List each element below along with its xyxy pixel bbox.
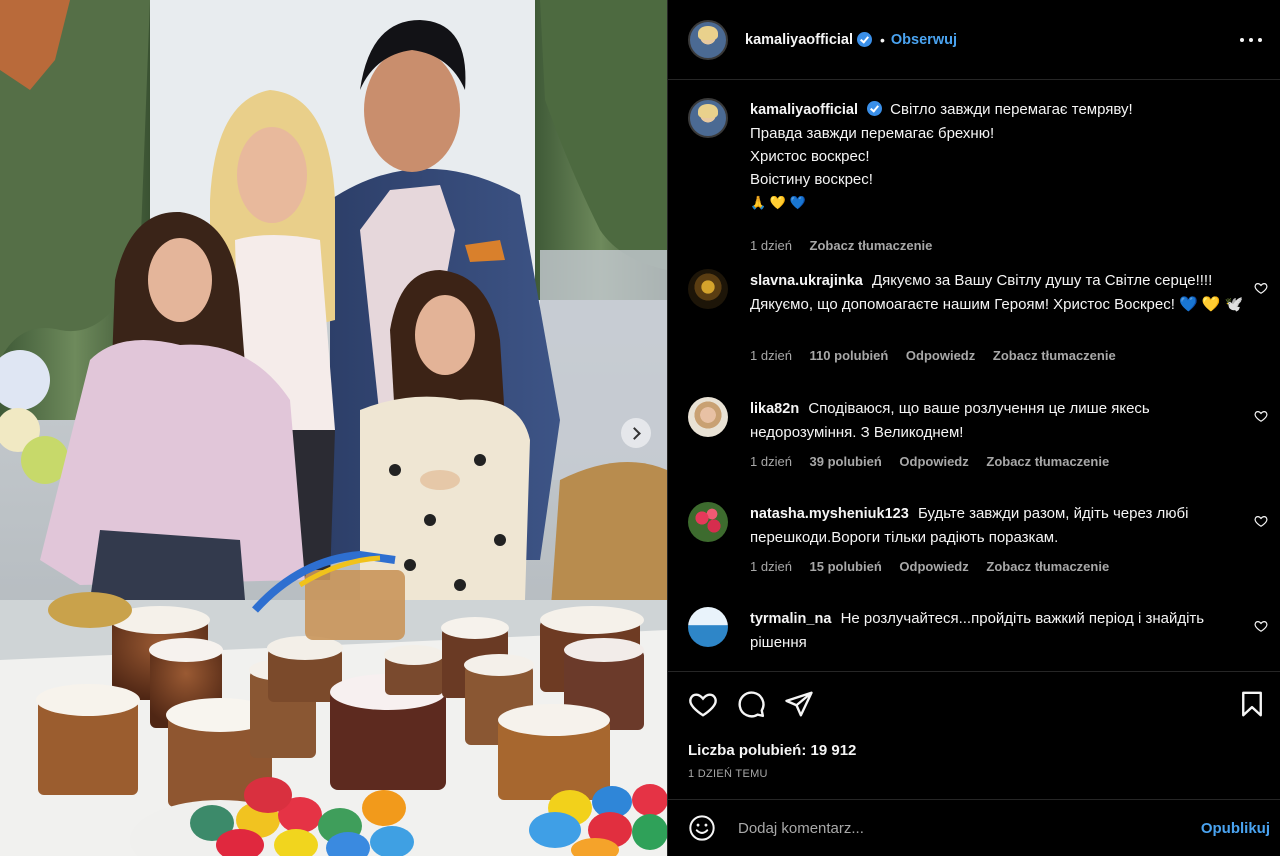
comment-reply-button[interactable]: Odpowiedz: [899, 454, 968, 469]
caption-emoji: 🙏 💛 💙: [750, 195, 806, 210]
publish-button[interactable]: Opublikuj: [1201, 820, 1270, 837]
comment-input[interactable]: [738, 816, 1178, 840]
comment-avatar[interactable]: [688, 397, 728, 437]
more-horizontal-icon[interactable]: [1240, 30, 1262, 50]
caption-time[interactable]: 1 dzień: [750, 238, 792, 253]
comment-reply-button[interactable]: Odpowiedz: [899, 559, 968, 574]
comment-reply-button[interactable]: Odpowiedz: [906, 348, 975, 363]
caption-avatar[interactable]: [688, 98, 728, 138]
caption-translate-link[interactable]: Zobacz tłumaczenie: [810, 238, 933, 253]
author-avatar[interactable]: [688, 19, 728, 60]
heart-icon[interactable]: [1254, 409, 1268, 423]
comment-time[interactable]: 1 dzień: [750, 348, 792, 363]
comment-body: slavna.ukrajinka Дякуємо за Вашу Світлу …: [750, 269, 1250, 316]
comment-meta: 1 dzień 110 polubień Odpowiedz Zobacz tł…: [750, 348, 1130, 363]
caption-username[interactable]: kamaliyaofficial: [750, 102, 858, 118]
caption-line: Світло завжди перемагає темряву!: [890, 101, 1133, 118]
family-easter-photo: [0, 0, 667, 856]
comment-username[interactable]: tyrmalin_na: [750, 611, 831, 627]
follow-button[interactable]: Obserwuj: [891, 32, 957, 48]
comment-meta: 1 dzień 15 polubień Odpowiedz Zobacz tłu…: [750, 559, 1123, 574]
comment-translate-link[interactable]: Zobacz tłumaczenie: [993, 348, 1116, 363]
verified-badge-icon: [857, 32, 872, 47]
emoji-icon[interactable]: [688, 814, 716, 842]
comment-likes[interactable]: 110 polubień: [810, 348, 889, 363]
comment-icon[interactable]: [736, 689, 766, 719]
comments-list[interactable]: kamaliyaofficial Світло завжди перемагає…: [668, 81, 1280, 672]
caption-line: Правда завжди перемагає брехню!: [750, 125, 995, 142]
comment-body: natasha.mysheniuk123 Будьте завжди разом…: [750, 502, 1250, 549]
comment-username[interactable]: slavna.ukrajinka: [750, 273, 863, 289]
add-comment-bar: Opublikuj: [668, 800, 1280, 856]
chevron-right-icon: [628, 426, 641, 440]
verified-badge-icon: [867, 101, 882, 116]
heart-icon[interactable]: [1254, 619, 1268, 633]
comment-likes[interactable]: 39 polubień: [810, 454, 882, 469]
comment-likes[interactable]: 15 polubień: [810, 559, 882, 574]
caption-body: kamaliyaofficial Світло завжди перемагає…: [750, 98, 1250, 214]
comment-body: tyrmalin_na Не розлучайтеся...пройдіть в…: [750, 607, 1250, 654]
comment-time[interactable]: 1 dzień: [750, 559, 792, 574]
comment-username[interactable]: natasha.mysheniuk123: [750, 506, 909, 522]
caption-line: Воістину воскрес!: [750, 171, 873, 188]
instagram-post: kamaliyaofficial • Obserwuj kamaliyaoffi…: [0, 0, 1280, 856]
comment-username[interactable]: lika82n: [750, 401, 799, 417]
comment-translate-link[interactable]: Zobacz tłumaczenie: [986, 454, 1109, 469]
post-side-panel: kamaliyaofficial • Obserwuj kamaliyaoffi…: [667, 0, 1280, 856]
carousel-next-button[interactable]: [621, 418, 651, 448]
comment-translate-link[interactable]: Zobacz tłumaczenie: [986, 559, 1109, 574]
comment-text: Сподіваюся, що ваше розлучення це лише я…: [750, 400, 1150, 441]
share-icon[interactable]: [784, 689, 814, 719]
author-username[interactable]: kamaliyaofficial: [745, 32, 853, 48]
separator-dot: •: [880, 31, 885, 48]
post-timestamp[interactable]: 1 DZIEŃ TEMU: [688, 768, 768, 780]
comment-meta: 1 dzień 39 polubień Odpowiedz Zobacz tłu…: [750, 454, 1123, 469]
comment-time[interactable]: 1 dzień: [750, 454, 792, 469]
comment-avatar[interactable]: [688, 607, 728, 647]
author-info: kamaliyaofficial • Obserwuj: [745, 32, 957, 48]
comment-body: lika82n Сподіваюся, що ваше розлучення ц…: [750, 397, 1250, 444]
comment-avatar[interactable]: [688, 269, 728, 309]
comment-avatar[interactable]: [688, 502, 728, 542]
heart-icon[interactable]: [688, 689, 718, 719]
caption-meta: 1 dzień Zobacz tłumaczenie: [750, 238, 946, 253]
heart-icon[interactable]: [1254, 514, 1268, 528]
likes-count[interactable]: Liczba polubień: 19 912: [688, 742, 856, 759]
post-photo[interactable]: [0, 0, 667, 856]
post-header: kamaliyaofficial • Obserwuj: [668, 0, 1280, 80]
heart-icon[interactable]: [1254, 281, 1268, 295]
bookmark-icon[interactable]: [1237, 689, 1267, 719]
post-actions: Liczba polubień: 19 912 1 DZIEŃ TEMU: [668, 672, 1280, 800]
caption-line: Христос воскрес!: [750, 148, 870, 165]
